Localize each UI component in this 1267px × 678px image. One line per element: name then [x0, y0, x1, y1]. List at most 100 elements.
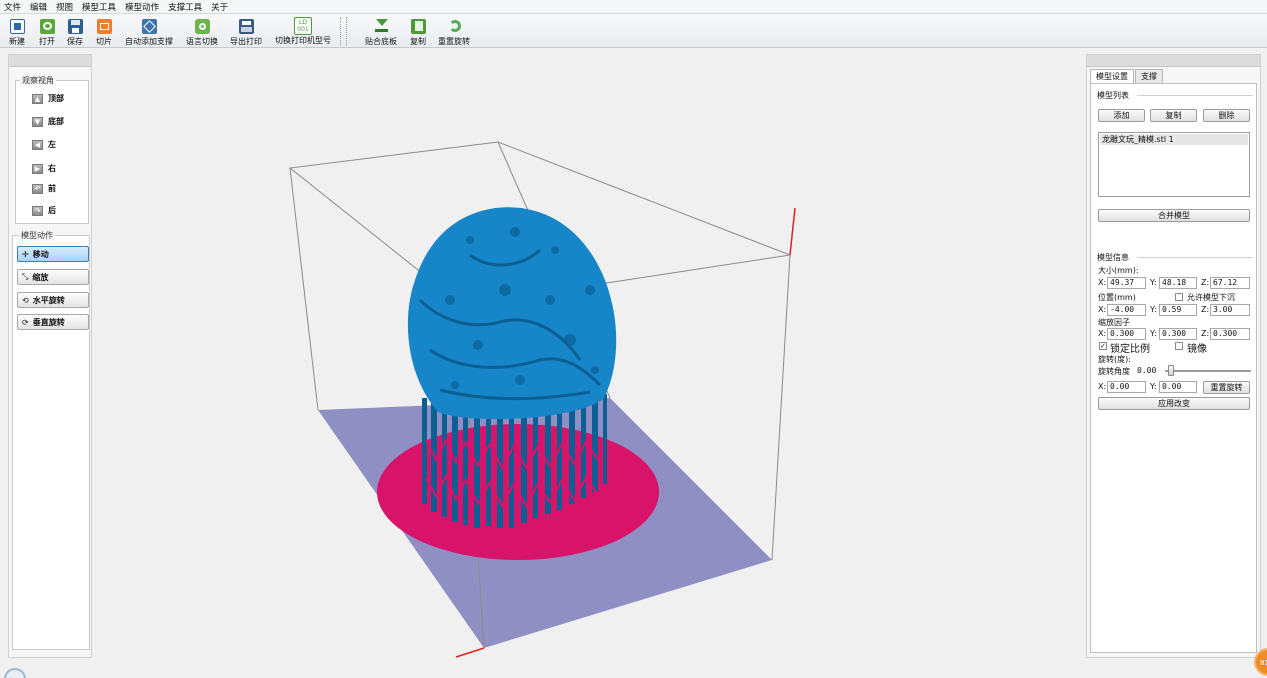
new-button[interactable]: 新建 — [9, 16, 25, 47]
slice-icon — [96, 19, 112, 34]
size-y-field[interactable]: 48.18 — [1159, 277, 1197, 289]
view-front-label: 前 — [48, 184, 56, 193]
reset-rotation-button[interactable]: 重置旋转 — [438, 16, 470, 47]
menu-model-tools[interactable]: 模型工具 — [82, 1, 116, 13]
view-left-icon: ◀ — [32, 139, 43, 150]
auto-support-button[interactable]: 自动添加支撑 — [125, 16, 173, 47]
lock-ratio-label: 锁定比例 — [1110, 344, 1150, 355]
model-list-item[interactable]: 龙雕文玩_精模.stl 1 — [1100, 134, 1248, 145]
left-panel: 观察视角 ▲ 顶部 ▼ 底部 ◀ 左 ▶ 右 ↶ 前 ↷ 后 模型动作 ✛ 移动 ⤡ 缩放 ⟲ 水… — [8, 54, 92, 658]
status-indicator-icon — [4, 668, 26, 678]
size-label: 大小(mm): — [1098, 266, 1139, 275]
scale-button[interactable]: ⤡ 缩放 — [17, 269, 89, 285]
scale-x-label: X: — [1098, 329, 1107, 338]
toolbar-separator — [340, 17, 342, 45]
pos-y-label: Y: — [1150, 305, 1157, 314]
view-back-label: 后 — [48, 206, 56, 215]
rotation-x-field[interactable]: 0.00 — [1107, 381, 1146, 393]
tab-model-settings[interactable]: 模型设置 — [1090, 69, 1134, 84]
vertical-rotate-button[interactable]: ⟳ 垂直旋转 — [17, 314, 89, 330]
save-button[interactable]: 保存 — [67, 16, 83, 47]
menu-support-tools[interactable]: 支撑工具 — [168, 1, 202, 13]
action-group: 模型动作 ✛ 移动 ⤡ 缩放 ⟲ 水平旋转 ⟳ 垂直旋转 — [12, 230, 90, 650]
pos-z-label: Z: — [1201, 305, 1210, 314]
copy-icon — [410, 19, 426, 34]
pos-x-label: X: — [1098, 305, 1107, 314]
save-disk-icon — [67, 19, 83, 34]
language-button[interactable]: 语言切换 — [186, 16, 218, 47]
scale-z-field[interactable]: 0.300 — [1210, 328, 1250, 340]
printer-model-icon: LD 001 — [294, 17, 312, 35]
view-right[interactable]: ▶ 右 — [32, 163, 56, 174]
view-left[interactable]: ◀ 左 — [32, 139, 56, 150]
menu-about[interactable]: 关于 — [211, 1, 228, 13]
slice-button[interactable]: 切片 — [96, 16, 112, 47]
scale-icon: ⤡ — [22, 272, 29, 281]
view-right-icon: ▶ — [32, 163, 43, 174]
3d-viewport[interactable] — [96, 54, 1081, 664]
allow-sink-checkbox[interactable] — [1175, 293, 1183, 301]
switch-printer-button[interactable]: LD 001 切换打印机型号 — [275, 16, 331, 47]
delete-model-button[interactable]: 删除 — [1203, 109, 1250, 122]
right-panel-header — [1087, 55, 1260, 67]
view-group: 观察视角 ▲ 顶部 ▼ 底部 ◀ 左 ▶ 右 ↶ 前 ↷ 后 — [15, 75, 89, 224]
lay-flat-button[interactable]: 贴合底板 — [365, 16, 397, 47]
size-y-label: Y: — [1150, 278, 1157, 287]
new-file-icon — [9, 19, 25, 34]
model-list-title: 模型列表 — [1097, 91, 1129, 100]
rotation-angle-value: 0.00 — [1137, 366, 1157, 375]
scale-y-field[interactable]: 0.300 — [1159, 328, 1197, 340]
rotation-y-field[interactable]: 0.00 — [1159, 381, 1197, 393]
copy-model-button[interactable]: 复制 — [1150, 109, 1197, 122]
position-x-field[interactable]: -4.00 — [1107, 304, 1146, 316]
scale-x-field[interactable]: 0.300 — [1107, 328, 1146, 340]
section-divider — [1137, 95, 1253, 96]
menu-file[interactable]: 文件 — [4, 1, 21, 13]
rot-x-label: X: — [1098, 382, 1107, 391]
z-axis-line — [789, 207, 796, 256]
position-z-field[interactable]: 3.00 — [1210, 304, 1250, 316]
move-icon: ✛ — [22, 249, 29, 259]
size-z-field[interactable]: 67.12 — [1210, 277, 1250, 289]
rotation-slider-thumb[interactable] — [1168, 365, 1174, 376]
open-folder-icon — [39, 19, 55, 34]
view-bottom-icon: ▼ — [32, 116, 43, 127]
rotation-slider-track[interactable] — [1165, 370, 1251, 372]
view-group-title: 观察视角 — [20, 75, 56, 86]
menu-edit[interactable]: 编辑 — [30, 1, 47, 13]
move-button[interactable]: ✛ 移动 — [17, 246, 89, 262]
horizontal-rotate-button[interactable]: ⟲ 水平旋转 — [17, 292, 89, 308]
copy-button[interactable]: 复制 — [410, 16, 426, 47]
export-print-button[interactable]: 导出打印 — [230, 16, 262, 47]
view-back[interactable]: ↷ 后 — [32, 205, 56, 216]
add-model-button[interactable]: 添加 — [1098, 109, 1145, 122]
section-divider — [1137, 257, 1253, 258]
apply-changes-button[interactable]: 应用改变 — [1098, 397, 1250, 410]
assistant-badge-label: 81 — [1260, 659, 1267, 667]
position-y-field[interactable]: 0.59 — [1159, 304, 1197, 316]
merge-models-button[interactable]: 合并模型 — [1098, 209, 1250, 222]
size-x-field[interactable]: 49.37 — [1107, 277, 1146, 289]
lock-ratio-checkbox[interactable]: ✓ — [1099, 342, 1107, 350]
view-right-label: 右 — [48, 164, 56, 173]
reset-rotation-icon — [447, 19, 462, 34]
view-top-label: 顶部 — [48, 94, 64, 103]
view-bottom[interactable]: ▼ 底部 — [32, 116, 64, 127]
view-left-label: 左 — [48, 140, 56, 149]
toolbar-separator — [346, 17, 348, 45]
open-button[interactable]: 打开 — [39, 16, 55, 47]
x-axis-line — [455, 647, 485, 658]
scale-y-label: Y: — [1150, 329, 1157, 338]
view-front[interactable]: ↶ 前 — [32, 183, 56, 194]
support-icon — [141, 19, 157, 34]
toolbar: 新建 打开 保存 切片 自动添加支撑 语言切换 导出打印 LD 001 切换打印… — [0, 14, 1267, 48]
tab-support[interactable]: 支撑 — [1135, 69, 1163, 83]
size-x-label: X: — [1098, 278, 1107, 287]
model-list: 龙雕文玩_精模.stl 1 — [1098, 132, 1250, 197]
view-top[interactable]: ▲ 顶部 — [32, 93, 64, 104]
menu-view[interactable]: 视图 — [56, 1, 73, 13]
reset-rotation-panel-button[interactable]: 重置旋转 — [1203, 381, 1250, 394]
mirror-checkbox[interactable] — [1175, 342, 1183, 350]
menu-model-actions[interactable]: 模型动作 — [125, 1, 159, 13]
printer-model-code: LD 001 — [297, 19, 309, 33]
